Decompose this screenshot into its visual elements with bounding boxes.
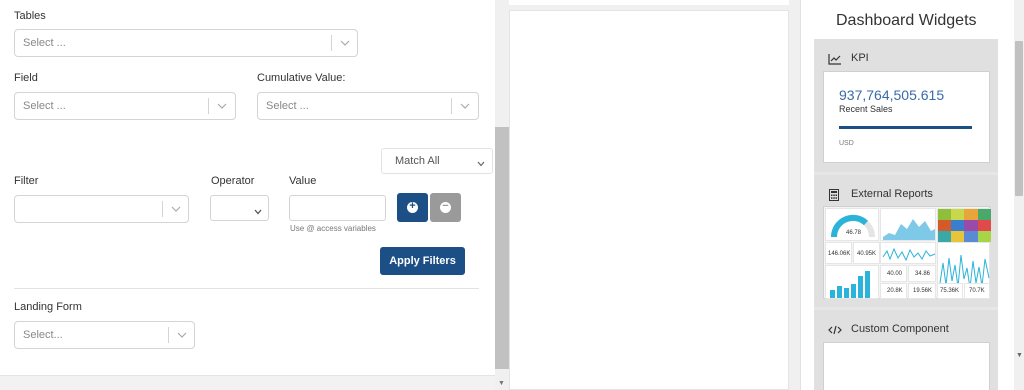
report-stat-tile: 40.95K <box>853 242 880 264</box>
chevron-down-icon <box>176 330 188 340</box>
report-stat-value: 40.00 <box>887 271 903 277</box>
field-placeholder: Select ... <box>23 100 66 112</box>
kpi-progress-bar <box>839 126 972 129</box>
select-separator <box>451 98 452 114</box>
filter-panel-scrollbar[interactable]: ▼ <box>495 0 509 390</box>
dashboard-canvas[interactable] <box>509 10 789 390</box>
report-line-tile <box>880 242 936 264</box>
calculator-icon <box>828 188 842 201</box>
match-mode-select[interactable]: Match All <box>381 148 493 174</box>
line-chart-icon <box>828 52 842 65</box>
chevron-down-icon <box>459 101 471 111</box>
widget-label-external-reports: External Reports <box>851 188 933 200</box>
report-stat-tile: 70.7K <box>964 283 990 299</box>
scroll-down-arrow-icon[interactable]: ▼ <box>498 380 505 387</box>
chevron-down-icon <box>170 204 182 214</box>
report-area-tile <box>880 208 936 241</box>
plus-icon: + <box>407 201 418 213</box>
select-separator <box>208 98 209 114</box>
minus-icon: − <box>440 201 451 213</box>
filter-panel: Tables Select ... Field Select ... Cumul… <box>0 0 495 390</box>
kpi-value: 937,764,505.615 <box>839 87 945 103</box>
widget-card-external-reports[interactable]: External Reports 46.78 146.06K 40.95K 40… <box>814 175 998 307</box>
filter-label: Filter <box>14 175 39 187</box>
apply-filters-button[interactable]: Apply Filters <box>380 247 465 275</box>
value-label: Value <box>289 175 317 187</box>
report-stat-value: 19.56K <box>913 288 933 294</box>
widgets-title: Dashboard Widgets <box>836 12 977 29</box>
match-mode-value: Match All <box>395 155 440 167</box>
dashboard-canvas-area <box>509 0 801 390</box>
field-select[interactable]: Select ... <box>14 92 236 120</box>
report-stat-tile: 40.00 <box>880 265 907 282</box>
report-stat-tile: 19.56K <box>908 283 936 299</box>
chevron-down-icon <box>476 156 486 174</box>
custom-component-preview: ƒ <box>823 342 990 390</box>
custom-component-glyph: ƒ <box>824 343 991 390</box>
tables-placeholder: Select ... <box>23 37 66 49</box>
report-stat-value: 20.8K <box>887 288 903 294</box>
select-separator <box>162 201 163 217</box>
report-stat-tile: 75.36K <box>937 283 963 299</box>
scrollbar-thumb[interactable] <box>1015 41 1023 196</box>
widget-label-kpi: KPI <box>851 52 869 64</box>
report-gauge-value: 46.78 <box>846 230 862 236</box>
cumulative-placeholder: Select ... <box>266 100 309 112</box>
select-separator <box>168 327 169 343</box>
tables-select[interactable]: Select ... <box>14 29 358 57</box>
report-gauge-tile: 46.78 <box>825 208 879 241</box>
section-divider <box>14 288 479 289</box>
landing-form-select[interactable]: Select... <box>14 321 195 349</box>
landing-placeholder: Select... <box>23 329 63 341</box>
widget-label-custom-component: Custom Component <box>851 323 949 335</box>
report-stat-value: 34.86 <box>915 271 931 277</box>
landing-form-label: Landing Form <box>14 301 82 313</box>
report-stat-tile: 146.06K <box>825 242 852 264</box>
report-stat-value: 146.06K <box>828 251 851 257</box>
report-heatmap-tile <box>937 208 991 242</box>
operator-label: Operator <box>211 175 255 187</box>
report-stat-tile: 20.8K <box>880 283 907 299</box>
widget-card-custom-component[interactable]: Custom Component ƒ <box>814 310 998 390</box>
kpi-currency: USD <box>839 140 854 147</box>
report-stat-tile: 34.86 <box>908 265 936 282</box>
external-reports-thumbnail: 46.78 146.06K 40.95K 40.00 34.86 20.8K 1… <box>823 206 991 299</box>
value-input[interactable] <box>289 195 386 221</box>
field-label: Field <box>14 72 38 84</box>
scrollbar-thumb[interactable] <box>495 127 509 369</box>
chevron-down-icon <box>339 38 351 48</box>
canvas-top-bar <box>509 0 789 5</box>
chevron-down-icon <box>216 101 228 111</box>
report-stat-value: 75.36K <box>940 288 960 294</box>
report-stat-value: 40.95K <box>857 251 877 257</box>
kpi-preview: 937,764,505.615 Recent Sales USD <box>823 71 990 163</box>
panel-footer <box>0 375 495 390</box>
widget-card-kpi[interactable]: KPI 937,764,505.615 Recent Sales USD <box>814 39 998 172</box>
panel-separator <box>789 0 801 390</box>
chevron-down-icon <box>253 204 263 222</box>
operator-select[interactable] <box>210 195 269 221</box>
widgets-panel: Dashboard Widgets KPI 937,764,505.615 Re… <box>789 0 1024 390</box>
filter-select[interactable] <box>14 195 189 223</box>
add-filter-button[interactable]: + <box>397 193 428 222</box>
scroll-down-arrow-icon[interactable]: ▼ <box>1016 352 1023 359</box>
code-icon <box>828 323 842 335</box>
select-separator <box>331 35 332 51</box>
kpi-subtitle: Recent Sales <box>839 104 893 114</box>
report-stat-value: 70.7K <box>969 288 985 294</box>
remove-filter-button[interactable]: − <box>430 193 461 222</box>
cumulative-value-select[interactable]: Select ... <box>257 92 479 120</box>
widgets-scrollbar[interactable]: ▼ <box>1014 0 1024 390</box>
tables-label: Tables <box>14 10 46 22</box>
report-bar-tile <box>825 265 879 299</box>
value-hint: Use @ access variables <box>290 224 376 233</box>
widget-list: KPI 937,764,505.615 Recent Sales USD Ext… <box>814 39 998 390</box>
cumulative-value-label: Cumulative Value: <box>257 72 346 84</box>
